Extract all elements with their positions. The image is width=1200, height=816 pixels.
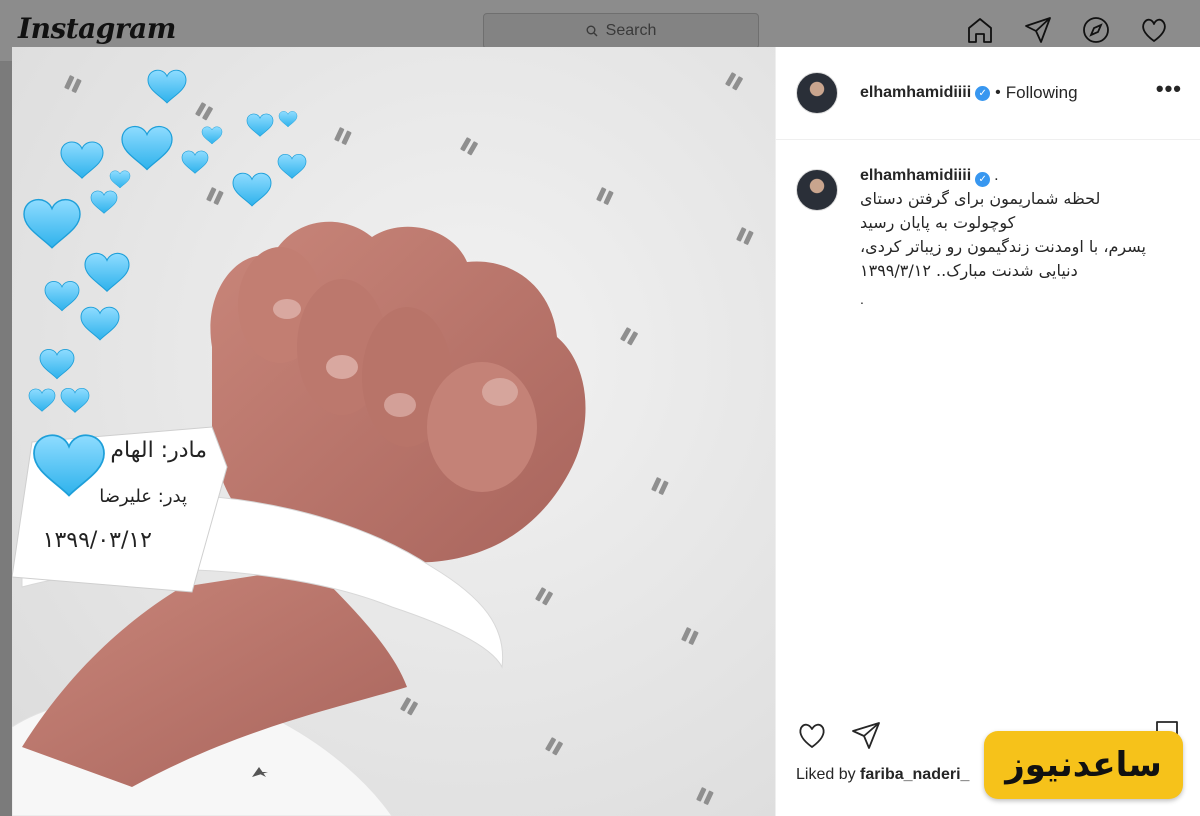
post-username[interactable]: elhamhamidiiii	[860, 84, 971, 102]
caption-line-2: کوچولوت به پایان رسید	[860, 213, 1016, 232]
search-icon	[586, 25, 598, 37]
share-direct-icon[interactable]	[850, 719, 882, 756]
home-icon[interactable]	[964, 14, 996, 46]
caption-trailer: .	[860, 291, 864, 307]
like-heart-icon[interactable]	[796, 719, 828, 756]
watermark-text: ساعدنیوز	[1005, 745, 1162, 785]
post-modal: مادر: الهام پدر: علیرضا ۱۳۹۹/۰۳/۱۲ elham…	[12, 47, 1200, 816]
liked-by-text: Liked by fariba_naderi_	[796, 766, 969, 784]
wristband-father-text: پدر: علیرضا	[99, 486, 187, 507]
post-caption: elhamhamidiiii ✓. لحظه شماریمون برای گرفت…	[796, 167, 1186, 307]
caption-line-3: پسرم، با اومدنت زندگیمون رو زیباتر کردی،	[860, 237, 1146, 256]
direct-icon[interactable]	[1022, 14, 1054, 46]
following-button[interactable]: Following	[1006, 83, 1078, 103]
liked-by-prefix: Liked by	[796, 766, 856, 783]
post-header: elhamhamidiiii ✓ • Following •••	[776, 47, 1200, 140]
caption-dot: .	[994, 167, 999, 184]
avatar[interactable]	[796, 72, 838, 114]
caption-username[interactable]: elhamhamidiiii	[860, 167, 971, 184]
activity-heart-icon[interactable]	[1138, 14, 1170, 46]
instagram-logo[interactable]: Instagram	[18, 12, 176, 45]
wristband-date-text: ۱۳۹۹/۰۳/۱۲	[43, 528, 152, 553]
post-image: مادر: الهام پدر: علیرضا ۱۳۹۹/۰۳/۱۲	[12, 47, 775, 816]
wristband-mother-text: مادر: الهام	[110, 438, 207, 463]
search-placeholder: Search	[605, 22, 657, 39]
post-sidebar: elhamhamidiiii ✓ • Following ••• elhamha…	[775, 47, 1200, 816]
liked-by-user[interactable]: fariba_naderi_	[860, 766, 969, 783]
caption-line-4: دنیایی شدنت مبارک.. ۱۳۹۹/۳/۱۲	[860, 261, 1078, 280]
verified-badge-icon: ✓	[975, 172, 991, 187]
more-options-icon[interactable]: •••	[1156, 78, 1182, 100]
search-input[interactable]: Search	[483, 13, 759, 49]
caption-line-1: لحظه شماریمون برای گرفتن دستای	[860, 189, 1101, 208]
caption-avatar[interactable]	[796, 169, 838, 211]
explore-icon[interactable]	[1080, 14, 1112, 46]
separator-dot: •	[995, 84, 1001, 101]
newborn-hand-photo: مادر: الهام پدر: علیرضا ۱۳۹۹/۰۳/۱۲	[12, 47, 775, 816]
saednews-watermark-logo: ساعدنیوز	[984, 731, 1183, 799]
post-actions	[796, 719, 882, 756]
verified-badge-icon: ✓	[975, 85, 991, 101]
